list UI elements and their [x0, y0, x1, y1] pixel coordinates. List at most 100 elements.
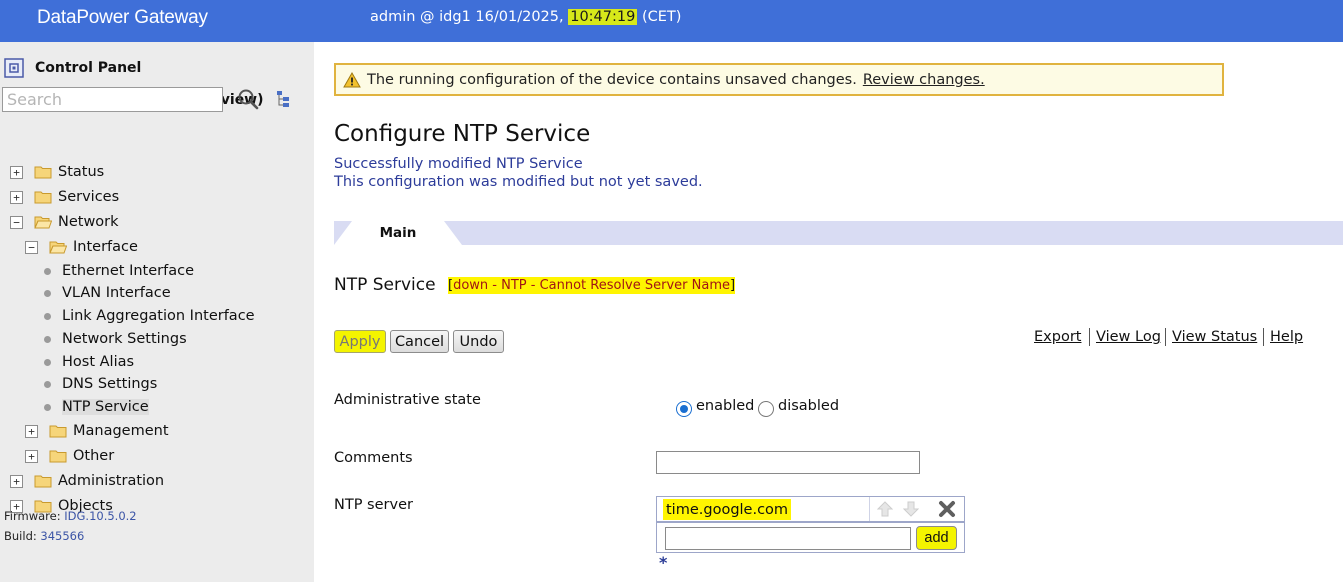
bullet-icon [44, 380, 51, 388]
apply-button[interactable]: Apply [334, 330, 386, 353]
expand-icon[interactable]: + [10, 165, 23, 179]
control-panel-label: Control Panel [35, 60, 142, 76]
top-bar: DataPower Gateway admin @ idg1 16/01/202… [0, 0, 1343, 42]
expand-icon[interactable]: + [10, 474, 23, 488]
warning-icon [343, 71, 361, 87]
bullet-icon [44, 335, 51, 343]
folder-icon [34, 166, 52, 179]
enabled-label[interactable]: enabled [696, 398, 754, 414]
tree-item-ntp-service[interactable]: NTP Service [44, 397, 149, 417]
expand-icon[interactable]: + [25, 449, 38, 463]
status-bracket-close: ] [730, 278, 736, 293]
tree-label: Link Aggregation Interface [62, 308, 255, 324]
control-panel-link[interactable]: Control Panel [4, 58, 141, 78]
collapse-icon[interactable]: − [25, 240, 38, 254]
export-link[interactable]: Export [1034, 329, 1081, 345]
tree-item-management[interactable]: + Management [25, 420, 169, 442]
expand-icon[interactable]: + [25, 424, 38, 438]
view-status-link[interactable]: View Status [1172, 329, 1257, 345]
review-changes-link[interactable]: Review changes. [863, 72, 985, 88]
tree-item-administration[interactable]: + Administration [10, 470, 164, 492]
tree-item-dns-settings[interactable]: DNS Settings [44, 374, 157, 394]
ntp-server-entry[interactable]: time.google.com [663, 499, 792, 520]
arrow-down-icon[interactable] [902, 501, 920, 517]
object-status-badge: [down - NTP - Cannot Resolve Server Name… [448, 277, 736, 294]
tree-label: Network Settings [62, 331, 187, 347]
help-link[interactable]: Help [1270, 329, 1303, 345]
page-title: Configure NTP Service [334, 121, 591, 147]
cancel-button[interactable]: Cancel [390, 330, 449, 353]
folder-open-icon [49, 241, 67, 254]
undo-button[interactable]: Undo [453, 330, 504, 353]
tree-view-icon[interactable] [274, 89, 294, 109]
folder-icon [49, 450, 67, 463]
search-icon[interactable] [237, 88, 259, 110]
tree-label: VLAN Interface [62, 285, 171, 301]
tree-label: Host Alias [62, 354, 135, 370]
tree-label: Ethernet Interface [62, 263, 194, 279]
tree-item-link-aggregation-interface[interactable]: Link Aggregation Interface [44, 306, 255, 326]
link-separator [1165, 328, 1166, 346]
tree-item-network-settings[interactable]: Network Settings [44, 329, 187, 349]
folder-icon [49, 425, 67, 438]
tree-label: DNS Settings [62, 376, 158, 392]
tree-label: NTP Service [62, 399, 149, 415]
tree-item-services[interactable]: + Services [10, 186, 119, 208]
add-ntp-server-button[interactable]: add [916, 526, 957, 550]
warning-text: The running configuration of the device … [367, 71, 857, 88]
bullet-icon [44, 289, 51, 297]
object-status-text: down - NTP - Cannot Resolve Server Name [453, 278, 731, 293]
ntp-server-label: NTP server [334, 497, 413, 513]
object-name: NTP Service [334, 275, 436, 295]
comments-input[interactable] [656, 451, 920, 474]
session-time: 10:47:19 [568, 9, 638, 25]
tree-item-status[interactable]: + Status [10, 161, 104, 183]
comments-label: Comments [334, 450, 413, 466]
unsaved-changes-banner: The running configuration of the device … [334, 63, 1224, 96]
tree-item-ethernet-interface[interactable]: Ethernet Interface [44, 261, 194, 281]
tree-item-network[interactable]: − Network [10, 211, 119, 233]
folder-icon [34, 191, 52, 204]
bullet-icon [44, 403, 51, 411]
delete-icon[interactable] [938, 500, 956, 518]
admin-state-label: Administrative state [334, 392, 481, 408]
required-indicator: * [659, 553, 668, 572]
unsaved-message: This configuration was modified but not … [334, 174, 703, 190]
session-info: admin @ idg1 16/01/2025, 10:47:19 (CET) [370, 9, 681, 25]
ntp-server-new-input[interactable] [665, 527, 911, 550]
tree-item-host-alias[interactable]: Host Alias [44, 352, 134, 372]
success-message: Successfully modified NTP Service [334, 156, 583, 172]
build-info: Build: 345566 [4, 529, 84, 543]
build-value: 345566 [40, 529, 85, 543]
arrow-up-icon[interactable] [876, 501, 894, 517]
tree-item-vlan-interface[interactable]: VLAN Interface [44, 283, 171, 303]
firmware-info: Firmware: IDG.10.5.0.2 [4, 509, 137, 523]
tab-main[interactable]: Main [334, 221, 462, 245]
tab-bar: Main [334, 221, 1343, 245]
tree-label: Status [58, 164, 105, 180]
bullet-icon [44, 312, 51, 320]
admin-state-disabled-radio[interactable] [758, 401, 774, 417]
bullet-icon [44, 358, 51, 366]
build-label: Build: [4, 529, 37, 543]
view-log-link[interactable]: View Log [1096, 329, 1161, 345]
brand-title: DataPower Gateway [37, 7, 208, 28]
ntp-add-row: add [656, 522, 965, 553]
ntp-server-list: time.google.com [656, 496, 965, 522]
list-divider [869, 497, 870, 521]
tree-item-other[interactable]: + Other [25, 445, 114, 467]
expand-icon[interactable]: + [10, 190, 23, 204]
collapse-icon[interactable]: − [10, 215, 23, 229]
folder-icon [34, 475, 52, 488]
admin-state-enabled-radio[interactable] [676, 401, 692, 417]
session-timezone: (CET) [637, 9, 682, 25]
tree-label: Other [73, 448, 115, 464]
disabled-label[interactable]: disabled [778, 398, 839, 414]
firmware-label: Firmware: [4, 509, 61, 523]
tree-label: Network [58, 214, 119, 230]
search-input[interactable] [2, 87, 223, 112]
control-panel-icon [4, 58, 24, 78]
firmware-value: IDG.10.5.0.2 [64, 509, 137, 523]
link-separator [1089, 328, 1090, 346]
tree-item-interface[interactable]: − Interface [25, 236, 138, 258]
